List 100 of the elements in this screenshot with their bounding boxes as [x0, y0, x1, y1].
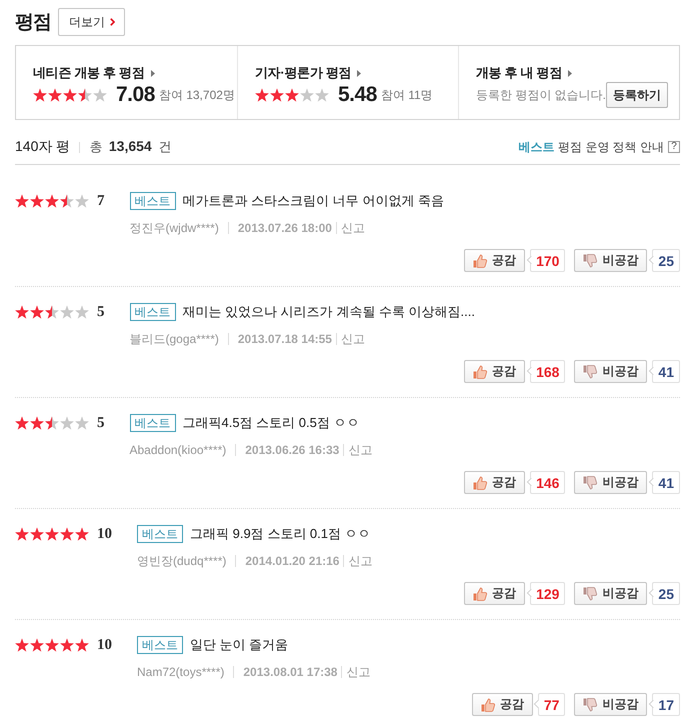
star-icon — [285, 88, 299, 102]
star-icon — [75, 194, 89, 208]
star-icon — [63, 88, 77, 102]
like-count: 77 — [532, 693, 566, 716]
like-button[interactable]: 공감 — [464, 582, 526, 605]
register-button[interactable]: 등록하기 — [606, 82, 668, 108]
like-button[interactable]: 공감 — [464, 471, 526, 494]
best-badge: 베스트 — [137, 636, 183, 654]
thumbs-down-icon — [583, 254, 598, 268]
review-score: 5 — [97, 304, 104, 320]
like-button[interactable]: 공감 — [472, 693, 533, 716]
half-star-icon — [78, 88, 92, 102]
star-icon — [315, 88, 329, 102]
dislike-button[interactable]: 비공감 — [574, 693, 648, 716]
thumbs-up-icon — [473, 364, 488, 378]
best-badge: 베스트 — [130, 414, 176, 432]
dislike-count: 41 — [647, 360, 680, 383]
thumbs-down-icon — [583, 698, 598, 712]
half-star-icon — [45, 416, 59, 430]
dislike-button[interactable]: 비공감 — [574, 582, 648, 605]
dislike-button[interactable]: 비공감 — [574, 471, 648, 494]
like-count: 170 — [525, 249, 566, 272]
like-button[interactable]: 공감 — [464, 360, 526, 383]
star-icon — [60, 305, 74, 319]
author-name: Nam72(toys****) — [137, 665, 224, 679]
review-date: 2013.07.18 14:55 — [238, 332, 332, 346]
caret-right-icon — [150, 70, 155, 76]
thumbs-down-icon — [583, 586, 598, 600]
rating-link[interactable]: 기자·평론가 평점 — [255, 65, 362, 81]
chevron-right-icon — [110, 18, 115, 26]
empty-message: 등록한 평점이 없습니다. — [476, 86, 606, 104]
star-icon — [93, 88, 107, 102]
star-icon — [30, 416, 44, 430]
like-count: 146 — [525, 471, 566, 494]
review-text: 그래픽 9.9점 스토리 0.1점 ㅇㅇ — [190, 525, 371, 543]
star-icon — [30, 638, 44, 652]
dislike-button[interactable]: 비공감 — [574, 360, 648, 383]
participant-count: 참여 13,702명 — [158, 86, 235, 104]
star-icon — [60, 638, 74, 652]
thumbs-up-icon — [473, 254, 488, 268]
author-name: Abaddon(kioo****) — [130, 443, 226, 457]
review-date: 2013.07.26 18:00 — [238, 221, 332, 235]
review-text: 메가트론과 스타스크림이 너무 어이없게 죽음 — [182, 192, 444, 210]
best-badge: 베스트 — [137, 525, 183, 543]
thumbs-up-icon — [473, 586, 488, 600]
dislike-count: 17 — [647, 693, 680, 716]
star-icon — [15, 638, 29, 652]
half-star-icon — [60, 194, 74, 208]
average-score: 5.48 — [338, 83, 377, 107]
rating-link[interactable]: 개봉 후 내 평점 — [476, 65, 572, 81]
review-date: 2014.01.20 21:16 — [245, 554, 340, 568]
policy-link[interactable]: 베스트 평점 운영 정책 안내 — [518, 138, 664, 156]
dislike-count: 41 — [647, 471, 680, 494]
author-name: 정진우(wjdw****) — [130, 220, 219, 236]
section-heading: 140자 평 — [15, 138, 70, 156]
star-icon — [75, 527, 89, 541]
caret-right-icon — [357, 70, 362, 76]
average-score: 7.08 — [116, 83, 155, 107]
best-badge: 베스트 — [130, 303, 176, 321]
review-text: 일단 눈이 즐거움 — [190, 636, 288, 654]
review-date: 2013.08.01 17:38 — [243, 665, 338, 679]
star-icon — [33, 88, 47, 102]
star-icon — [270, 88, 284, 102]
star-icon — [45, 638, 59, 652]
star-icon — [48, 88, 62, 102]
thumbs-up-icon — [480, 698, 495, 712]
caret-right-icon — [568, 70, 572, 76]
like-button[interactable]: 공감 — [464, 249, 526, 272]
star-icon — [30, 194, 44, 208]
author-name: 영빈장(dudq****) — [137, 552, 226, 570]
star-icon — [30, 527, 44, 541]
best-badge: 베스트 — [130, 192, 176, 210]
rating-link[interactable]: 네티즌 개봉 후 평점 — [33, 65, 155, 81]
star-icon — [45, 194, 59, 208]
thumbs-down-icon — [583, 364, 598, 378]
review-text: 그래픽4.5점 스토리 0.5점 ㅇㅇ — [182, 414, 360, 432]
dislike-count: 25 — [647, 249, 680, 272]
star-icon — [30, 305, 44, 319]
star-icon — [60, 527, 74, 541]
like-count: 168 — [525, 360, 566, 383]
author-name: 블리드(goga****) — [130, 330, 219, 348]
star-icon — [45, 527, 59, 541]
star-icon — [15, 194, 29, 208]
review-score: 10 — [97, 636, 112, 654]
section-title: 평점 — [15, 11, 51, 35]
star-icon — [15, 416, 29, 430]
dislike-count: 25 — [647, 582, 680, 605]
review-score: 7 — [97, 192, 104, 210]
dislike-button[interactable]: 비공감 — [574, 249, 648, 272]
thumbs-up-icon — [473, 476, 488, 490]
review-text: 재미는 있었으나 시리즈가 계속될 수록 이상해짐.... — [182, 303, 476, 321]
star-icon — [75, 305, 89, 319]
star-icon — [300, 88, 314, 102]
review-score: 10 — [97, 526, 112, 542]
participant-count: 참여 11명 — [380, 86, 433, 104]
more-button[interactable]: 더보기 — [58, 8, 125, 36]
star-icon — [75, 416, 89, 430]
review-score: 5 — [97, 414, 104, 432]
help-button[interactable]: ? — [668, 141, 680, 153]
half-star-icon — [45, 305, 59, 319]
